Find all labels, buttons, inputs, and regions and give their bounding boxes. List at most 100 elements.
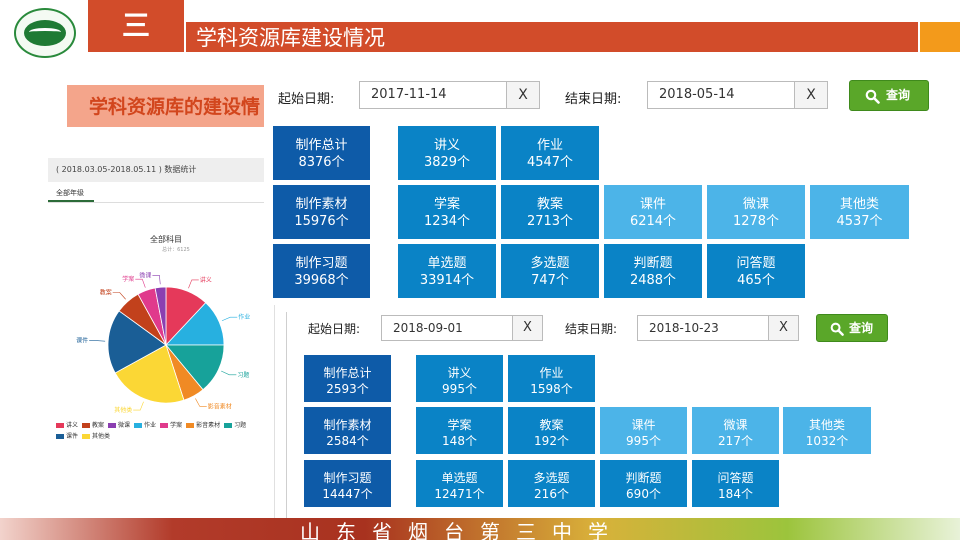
tile-label: 其他类 [839,197,879,212]
stats-panel: ( 2018.03.05-2018.05.11 ) 数据统计 全部年级 全部科目… [48,158,278,454]
query-button[interactable]: 查询 [849,80,929,111]
tile-total[interactable]: 制作总计 2593个 [304,355,391,402]
legend-swatch [82,423,91,428]
tile-study-plan[interactable]: 学案 148个 [416,407,503,454]
section-number: 三 [121,9,150,42]
tile-label: 讲义 [447,366,472,380]
tile-label: 制作素材 [323,418,372,432]
end-date-clear-button[interactable]: X [768,315,799,341]
start-date-label: 起始日期: [308,322,361,336]
start-date-clear-button[interactable]: X [512,315,543,341]
pie-label-leader [221,316,238,322]
tile-total[interactable]: 制作总计 8376个 [273,126,370,180]
tile-homework[interactable]: 作业 4547个 [501,126,599,180]
tile-value: 12471个 [434,487,485,501]
corner-accent [920,22,960,52]
legend-item[interactable]: 习题 [224,420,246,431]
legend-item[interactable]: 其他类 [82,431,110,442]
tile-material[interactable]: 制作素材 15976个 [273,185,370,239]
tile-label: 多选题 [533,471,570,485]
tile-label: 判断题 [625,471,662,485]
end-date-input[interactable]: 2018-05-14 [647,81,795,109]
tile-true-false[interactable]: 判断题 690个 [600,460,687,507]
tile-label: 教案 [536,197,563,212]
tile-label: 学案 [447,418,472,432]
legend-item[interactable]: 作业 [134,420,156,431]
tile-label: 作业 [536,138,563,153]
tile-label: 制作习题 [323,471,372,485]
tile-label: 制作总计 [295,138,348,153]
tile-exercise[interactable]: 制作习题 14447个 [304,460,391,507]
legend-label: 其他类 [92,433,111,440]
legend-label: 作业 [144,422,157,429]
legend-swatch [56,423,64,428]
search-icon [830,322,844,336]
legend-item[interactable]: 课件 [56,431,78,442]
tile-value: 2584个 [326,434,369,448]
tile-value: 2593个 [326,382,369,396]
tile-study-plan[interactable]: 学案 1234个 [398,185,496,239]
tile-true-false[interactable]: 判断题 2488个 [604,244,702,298]
pie-slice-label: 教案 [100,288,112,296]
legend-swatch [56,434,64,439]
start-date-input[interactable]: 2017-11-14 [359,81,507,109]
start-date-clear-button[interactable]: X [506,81,540,109]
legend-item[interactable]: 影音素材 [186,420,220,431]
tile-courseware[interactable]: 课件 995个 [600,407,687,454]
tile-other[interactable]: 其他类 1032个 [783,407,871,454]
school-name: 山东省烟台第三中学 [300,520,624,540]
legend-item[interactable]: 微课 [108,420,130,431]
tile-handout[interactable]: 讲义 3829个 [398,126,496,180]
tile-other[interactable]: 其他类 4537个 [810,185,909,239]
tile-exercise[interactable]: 制作习题 39968个 [273,244,370,298]
tile-label: 制作总计 [323,366,372,380]
legend-swatch [82,434,91,439]
tile-label: 问答题 [717,471,754,485]
tile-teaching-plan[interactable]: 教案 2713个 [501,185,599,239]
start-date-input[interactable]: 2018-09-01 [381,315,513,341]
tile-label: 问答题 [736,256,776,271]
tile-micro-course[interactable]: 微课 1278个 [707,185,805,239]
end-date-label: 结束日期: [565,322,618,336]
tile-value: 216个 [534,487,569,501]
end-date-input[interactable]: 2018-10-23 [637,315,769,341]
tile-material[interactable]: 制作素材 2584个 [304,407,391,454]
tile-qa[interactable]: 问答题 184个 [692,460,779,507]
panel-divider [286,312,287,522]
page-title: 学科资源库建设情况 [196,26,385,50]
tile-value: 14447个 [322,487,373,501]
legend-label: 教案 [92,422,105,429]
tile-value: 1278个 [732,214,780,229]
tile-single-choice[interactable]: 单选题 12471个 [416,460,503,507]
tile-handout[interactable]: 讲义 995个 [416,355,503,402]
tile-single-choice[interactable]: 单选题 33914个 [398,244,496,298]
legend-swatch [160,423,169,428]
tile-qa[interactable]: 问答题 465个 [707,244,805,298]
tile-value: 690个 [626,487,661,501]
legend-label: 学案 [170,422,183,429]
tile-label: 判断题 [633,256,673,271]
query-button[interactable]: 查询 [816,314,888,342]
tile-value: 3829个 [423,155,471,170]
pie-label-leader [188,279,199,289]
tile-homework[interactable]: 作业 1598个 [508,355,595,402]
tile-label: 单选题 [441,471,478,485]
pie-label-leader [221,370,237,376]
legend-item[interactable]: 教案 [82,420,104,431]
pie-slice-label: 课件 [76,337,88,345]
tile-courseware[interactable]: 课件 6214个 [604,185,702,239]
tile-teaching-plan[interactable]: 教案 192个 [508,407,595,454]
tile-label: 微课 [723,418,748,432]
tile-micro-course[interactable]: 微课 217个 [692,407,779,454]
legend-item[interactable]: 讲义 [56,420,78,431]
tile-value: 33914个 [419,273,475,288]
tile-multi-choice[interactable]: 多选题 747个 [501,244,599,298]
section-number-box: 三 [88,0,184,52]
tile-label: 微课 [742,197,769,212]
legend-item[interactable]: 学案 [160,420,182,431]
end-date-clear-button[interactable]: X [794,81,828,109]
start-date-label: 起始日期: [278,92,335,107]
tile-multi-choice[interactable]: 多选题 216个 [508,460,595,507]
pie-label-leader [89,340,106,342]
tile-value: 217个 [718,434,753,448]
